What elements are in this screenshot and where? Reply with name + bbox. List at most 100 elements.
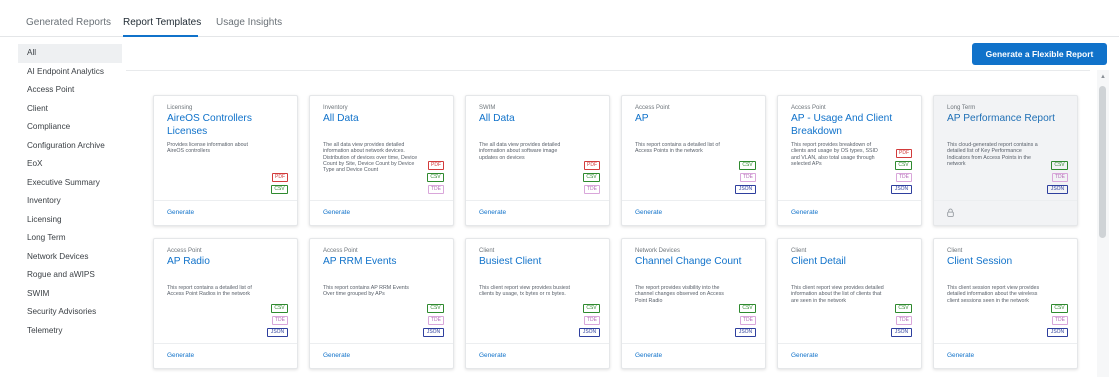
report-template-card[interactable]: SWIM All Data The all data view provides d… bbox=[465, 95, 610, 226]
card-title[interactable]: AireOS Controllers Licenses bbox=[167, 113, 292, 138]
format-badge-tde: TDE bbox=[896, 316, 912, 325]
vertical-scrollbar[interactable]: ▲ bbox=[1097, 70, 1109, 377]
format-badge-csv: CSV bbox=[739, 161, 756, 170]
card-title[interactable]: AP bbox=[635, 113, 760, 126]
format-badge-json: JSON bbox=[735, 185, 756, 194]
card-category: Access Point bbox=[167, 248, 202, 254]
sidebar-item-access-point[interactable]: Access Point bbox=[18, 81, 122, 100]
generate-link[interactable]: Generate bbox=[167, 352, 194, 359]
sidebar-item-eox[interactable]: EoX bbox=[18, 155, 122, 174]
category-sidebar: All AI Endpoint Analytics Access Point Clie… bbox=[18, 44, 122, 340]
card-description: This client report view provides detaile… bbox=[791, 285, 884, 304]
card-description: This client report view provides busiest… bbox=[479, 285, 570, 298]
format-badge-tde: TDE bbox=[584, 185, 600, 194]
sidebar-item-network-devices[interactable]: Network Devices bbox=[18, 248, 122, 267]
format-badge-csv: CSV bbox=[427, 173, 444, 182]
sidebar-item-inventory[interactable]: Inventory bbox=[18, 192, 122, 211]
format-badges: PDF CSV bbox=[266, 173, 288, 197]
generate-link[interactable]: Generate bbox=[167, 209, 194, 216]
card-description: This report contains AP RRM Events Over … bbox=[323, 285, 409, 298]
sidebar-item-long-term[interactable]: Long Term bbox=[18, 229, 122, 248]
format-badges: CSV TDE JSON bbox=[734, 161, 756, 197]
format-badge-json: JSON bbox=[735, 328, 756, 337]
generate-link[interactable]: Generate bbox=[635, 209, 662, 216]
report-template-card[interactable]: Access Point AP RRM Events This report con… bbox=[309, 238, 454, 369]
format-badge-json: JSON bbox=[891, 185, 912, 194]
sidebar-item-ai-endpoint-analytics[interactable]: AI Endpoint Analytics bbox=[18, 63, 122, 82]
sidebar-item-compliance[interactable]: Compliance bbox=[18, 118, 122, 137]
card-category: Licensing bbox=[167, 105, 193, 111]
card-title[interactable]: Busiest Client bbox=[479, 256, 604, 269]
card-category: Client bbox=[791, 248, 807, 254]
report-template-card[interactable]: Network Devices Channel Change Count The r… bbox=[621, 238, 766, 369]
card-title[interactable]: Client Detail bbox=[791, 256, 916, 269]
sidebar-item-client[interactable]: Client bbox=[18, 100, 122, 119]
generate-link[interactable]: Generate bbox=[635, 352, 662, 359]
format-badges: CSV TDE JSON bbox=[422, 304, 444, 340]
report-template-card[interactable]: Access Point AP Radio This report contains… bbox=[153, 238, 298, 369]
card-title[interactable]: AP Radio bbox=[167, 256, 292, 269]
generate-link[interactable]: Generate bbox=[479, 209, 506, 216]
card-category: Access Point bbox=[635, 105, 670, 111]
card-title[interactable]: AP - Usage And Client Breakdown bbox=[791, 113, 916, 138]
format-badge-csv: CSV bbox=[1051, 161, 1068, 170]
card-footer: Generate bbox=[154, 343, 297, 368]
format-badge-csv: CSV bbox=[583, 173, 600, 182]
format-badges: CSV TDE JSON bbox=[1046, 304, 1068, 340]
card-footer: Generate bbox=[622, 200, 765, 225]
generate-link[interactable]: Generate bbox=[791, 209, 818, 216]
scroll-up-icon[interactable]: ▲ bbox=[1100, 74, 1106, 80]
format-badge-pdf: PDF bbox=[896, 149, 912, 158]
card-title[interactable]: All Data bbox=[323, 113, 448, 126]
sidebar-item-all[interactable]: All bbox=[18, 44, 122, 63]
generate-link[interactable]: Generate bbox=[323, 352, 350, 359]
sidebar-item-swim[interactable]: SWIM bbox=[18, 285, 122, 304]
generate-link[interactable]: Generate bbox=[323, 209, 350, 216]
generate-link[interactable]: Generate bbox=[479, 352, 506, 359]
card-category: SWIM bbox=[479, 105, 496, 111]
sidebar-item-executive-summary[interactable]: Executive Summary bbox=[18, 174, 122, 193]
format-badges: CSV TDE JSON bbox=[266, 304, 288, 340]
generate-link[interactable]: Generate bbox=[791, 352, 818, 359]
card-title[interactable]: AP RRM Events bbox=[323, 256, 448, 269]
sidebar-item-licensing[interactable]: Licensing bbox=[18, 211, 122, 230]
format-badges: PDF CSV TDE bbox=[422, 161, 444, 197]
card-footer: Generate bbox=[310, 343, 453, 368]
card-title[interactable]: Client Session bbox=[947, 256, 1072, 269]
card-title[interactable]: AP Performance Report bbox=[947, 113, 1072, 126]
tab-generated-reports[interactable]: Generated Reports bbox=[26, 17, 111, 28]
report-template-card[interactable]: Long Term AP Performance Report This cloud… bbox=[933, 95, 1078, 226]
card-title[interactable]: All Data bbox=[479, 113, 604, 126]
main-divider bbox=[126, 70, 1090, 71]
tab-usage-insights[interactable]: Usage Insights bbox=[216, 17, 282, 28]
report-template-card[interactable]: Client Client Session This client session … bbox=[933, 238, 1078, 369]
card-category: Long Term bbox=[947, 105, 976, 111]
format-badge-tde: TDE bbox=[1052, 173, 1068, 182]
card-title[interactable]: Channel Change Count bbox=[635, 256, 760, 269]
sidebar-item-security-advisories[interactable]: Security Advisories bbox=[18, 303, 122, 322]
sidebar-item-configuration-archive[interactable]: Configuration Archive bbox=[18, 137, 122, 156]
card-category: Access Point bbox=[323, 248, 358, 254]
report-template-card[interactable]: Access Point AP This report contains a det… bbox=[621, 95, 766, 226]
tab-report-templates[interactable]: Report Templates bbox=[123, 17, 201, 28]
format-badge-tde: TDE bbox=[584, 316, 600, 325]
generate-link[interactable]: Generate bbox=[947, 352, 974, 359]
report-template-card[interactable]: Client Client Detail This client report vi… bbox=[777, 238, 922, 369]
format-badge-tde: TDE bbox=[428, 185, 444, 194]
sidebar-item-rogue-and-awips[interactable]: Rogue and aWIPS bbox=[18, 266, 122, 285]
report-template-card[interactable]: Access Point AP - Usage And Client Breakd… bbox=[777, 95, 922, 226]
format-badges: CSV TDE JSON bbox=[578, 304, 600, 340]
format-badge-pdf: PDF bbox=[428, 161, 444, 170]
format-badges: CSV TDE JSON bbox=[1046, 161, 1068, 197]
report-template-card[interactable]: Inventory All Data The all data view provi… bbox=[309, 95, 454, 226]
card-description: The all data view provides detailed info… bbox=[479, 142, 561, 161]
sidebar-item-telemetry[interactable]: Telemetry bbox=[18, 322, 122, 341]
report-template-card[interactable]: Client Busiest Client This client report v… bbox=[465, 238, 610, 369]
scroll-thumb[interactable] bbox=[1099, 86, 1106, 238]
generate-flexible-report-button[interactable]: Generate a Flexible Report bbox=[972, 43, 1107, 65]
card-category: Client bbox=[479, 248, 495, 254]
format-badge-json: JSON bbox=[1047, 328, 1068, 337]
report-template-card[interactable]: Licensing AireOS Controllers Licenses Prov… bbox=[153, 95, 298, 226]
card-description: Provides license information about AireO… bbox=[167, 142, 248, 155]
card-description: This report contains a detailed list of … bbox=[167, 285, 252, 298]
